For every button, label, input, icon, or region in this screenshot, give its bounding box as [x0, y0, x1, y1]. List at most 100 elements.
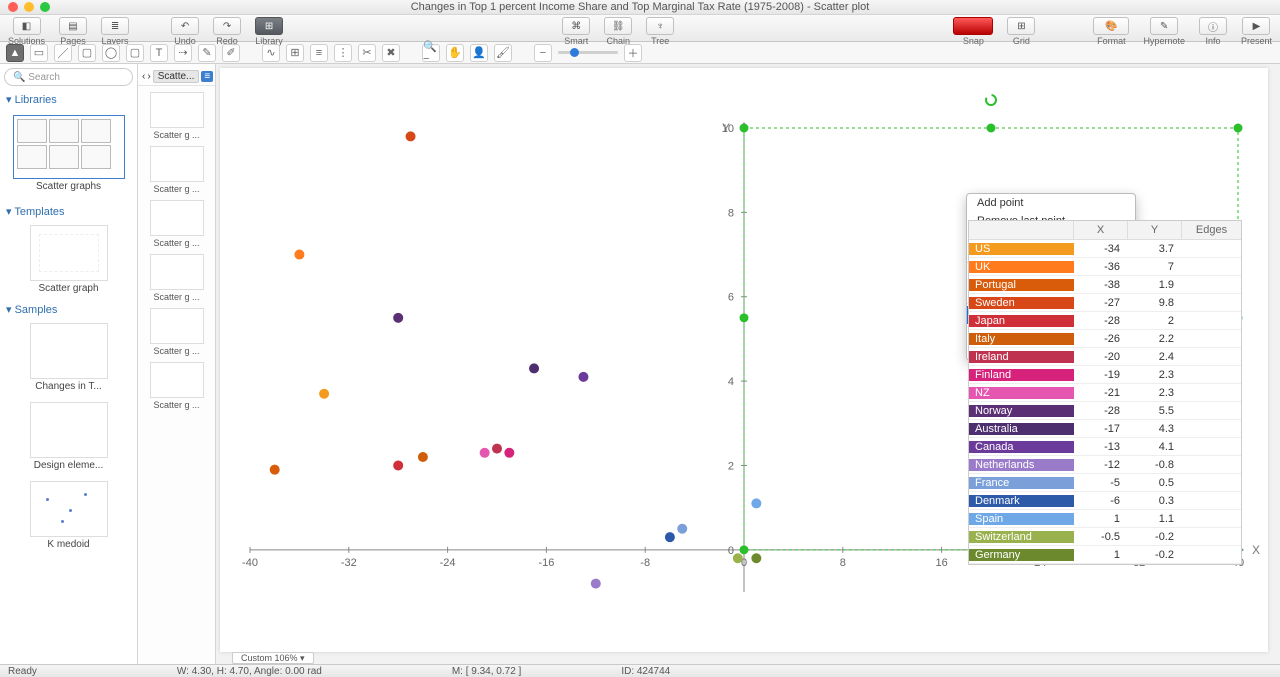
present-button[interactable]: ▶: [1242, 17, 1270, 35]
table-row[interactable]: Italy-262.2: [969, 330, 1241, 348]
svg-text:-8: -8: [640, 557, 650, 569]
table-tool-icon[interactable]: ⊞: [286, 44, 304, 62]
table-row[interactable]: Australia-174.3: [969, 420, 1241, 438]
template-thumb-scatter[interactable]: [30, 225, 108, 281]
solutions-button[interactable]: ◧: [13, 17, 41, 35]
hypernote-button[interactable]: ✎: [1150, 17, 1178, 35]
sample-thumb-design[interactable]: [30, 402, 108, 458]
table-row[interactable]: US-343.7: [969, 240, 1241, 258]
row-name: US: [969, 243, 1074, 255]
crop-tool-icon[interactable]: ✂: [358, 44, 376, 62]
data-table[interactable]: X Y Edges US-343.7UK-367Portugal-381.9Sw…: [968, 220, 1242, 565]
zoom-box[interactable]: Custom 106% ▾: [232, 652, 314, 664]
page-thumb[interactable]: [150, 308, 204, 344]
zoom-plus-icon[interactable]: ＋: [624, 44, 642, 62]
grid-button[interactable]: ⊞: [1007, 17, 1035, 35]
row-y: 2.2: [1128, 333, 1182, 345]
person-tool-icon[interactable]: 👤: [470, 44, 488, 62]
row-x: -0.5: [1074, 531, 1128, 543]
tree-button[interactable]: ♆: [646, 17, 674, 35]
table-row[interactable]: Finland-192.3: [969, 366, 1241, 384]
row-y: 7: [1128, 261, 1182, 273]
menu-add-point[interactable]: Add point: [967, 194, 1135, 212]
thumb-caption: Scatter g ...: [138, 184, 215, 194]
table-row[interactable]: Ireland-202.4: [969, 348, 1241, 366]
chevron-right-icon[interactable]: ›: [147, 71, 150, 82]
redo-button[interactable]: ↷: [213, 17, 241, 35]
text-tool-icon[interactable]: T: [150, 44, 168, 62]
rect-tool-icon[interactable]: ▢: [78, 44, 96, 62]
connector-tool-icon[interactable]: ⇢: [174, 44, 192, 62]
format-label: Format: [1097, 36, 1126, 46]
table-row[interactable]: Norway-285.5: [969, 402, 1241, 420]
table-row[interactable]: Japan-282: [969, 312, 1241, 330]
table-row[interactable]: Canada-134.1: [969, 438, 1241, 456]
table-row[interactable]: Sweden-279.8: [969, 294, 1241, 312]
samples-header[interactable]: ▾ Samples: [0, 300, 137, 319]
breadcrumb[interactable]: ‹ › Scatte... ≡: [138, 68, 215, 86]
snap-label: Snap: [963, 36, 984, 46]
line-tool-icon[interactable]: ／: [54, 44, 72, 62]
table-row[interactable]: Spain11.1: [969, 510, 1241, 528]
table-row[interactable]: Netherlands-12-0.8: [969, 456, 1241, 474]
bezier-tool-icon[interactable]: ∿: [262, 44, 280, 62]
table-row[interactable]: NZ-212.3: [969, 384, 1241, 402]
row-y: -0.2: [1128, 531, 1182, 543]
libraries-header[interactable]: ▾ Libraries: [0, 90, 137, 109]
row-name: UK: [969, 261, 1074, 273]
page-thumb[interactable]: [150, 254, 204, 290]
svg-text:-40: -40: [242, 557, 258, 569]
format-button[interactable]: 🎨: [1093, 17, 1129, 35]
svg-text:8: 8: [728, 207, 734, 219]
pen-tool-icon[interactable]: ✎: [198, 44, 216, 62]
table-row[interactable]: Portugal-381.9: [969, 276, 1241, 294]
page-thumb[interactable]: [150, 146, 204, 182]
smart-button[interactable]: ⌘: [562, 17, 590, 35]
sample-thumb-kmedoid[interactable]: [30, 481, 108, 537]
status-wh: W: 4.30, H: 4.70, Angle: 0.00 rad: [177, 666, 322, 677]
zoom-minus-icon[interactable]: −: [534, 44, 552, 62]
row-y: 0.3: [1128, 495, 1182, 507]
distribute-tool-icon[interactable]: ⋮: [334, 44, 352, 62]
zoom-slider[interactable]: [558, 51, 618, 54]
eraser-tool-icon[interactable]: ✖: [382, 44, 400, 62]
library-thumb-scatter-graphs[interactable]: [13, 115, 125, 179]
table-row[interactable]: France-50.5: [969, 474, 1241, 492]
row-name: Japan: [969, 315, 1074, 327]
chevron-left-icon[interactable]: ‹: [142, 71, 145, 82]
templates-header[interactable]: ▾ Templates: [0, 202, 137, 221]
hand-tool-icon[interactable]: ✋: [446, 44, 464, 62]
table-row[interactable]: Switzerland-0.5-0.2: [969, 528, 1241, 546]
undo-button[interactable]: ↶: [171, 17, 199, 35]
col-y: Y: [1128, 221, 1182, 239]
table-row[interactable]: UK-367: [969, 258, 1241, 276]
row-y: 1.9: [1128, 279, 1182, 291]
info-button[interactable]: ⓘ: [1199, 17, 1227, 35]
zoom-icon[interactable]: [40, 2, 50, 12]
minimize-icon[interactable]: [24, 2, 34, 12]
dropper-tool-icon[interactable]: ✐: [222, 44, 240, 62]
brush-tool-icon[interactable]: 🖌: [494, 44, 512, 62]
row-x: -27: [1074, 297, 1128, 309]
search-input[interactable]: 🔍 Search: [4, 68, 133, 86]
pointer-tool-icon[interactable]: ▲: [6, 44, 24, 62]
align-tool-icon[interactable]: ≡: [310, 44, 328, 62]
round-rect-tool-icon[interactable]: ▢: [126, 44, 144, 62]
ellipse-tool-icon[interactable]: ◯: [102, 44, 120, 62]
sample-thumb-changes[interactable]: [30, 323, 108, 379]
pages-button[interactable]: ▤: [59, 17, 87, 35]
library-button[interactable]: ⊞: [255, 17, 283, 35]
chain-button[interactable]: ⛓: [604, 17, 632, 35]
zoom-out-icon[interactable]: 🔍−: [422, 44, 440, 62]
table-row[interactable]: Germany1-0.2: [969, 546, 1241, 564]
snap-button[interactable]: [953, 17, 993, 35]
canvas[interactable]: -40-32-24-16-808162432400246810XY Add po…: [220, 68, 1268, 652]
layers-button[interactable]: ≣: [101, 17, 129, 35]
table-row[interactable]: Denmark-60.3: [969, 492, 1241, 510]
breadcrumb-menu-icon[interactable]: ≡: [201, 71, 213, 82]
lasso-tool-icon[interactable]: ▭: [30, 44, 48, 62]
close-icon[interactable]: [8, 2, 18, 12]
page-thumb[interactable]: [150, 200, 204, 236]
page-thumb[interactable]: [150, 362, 204, 398]
page-thumb[interactable]: [150, 92, 204, 128]
